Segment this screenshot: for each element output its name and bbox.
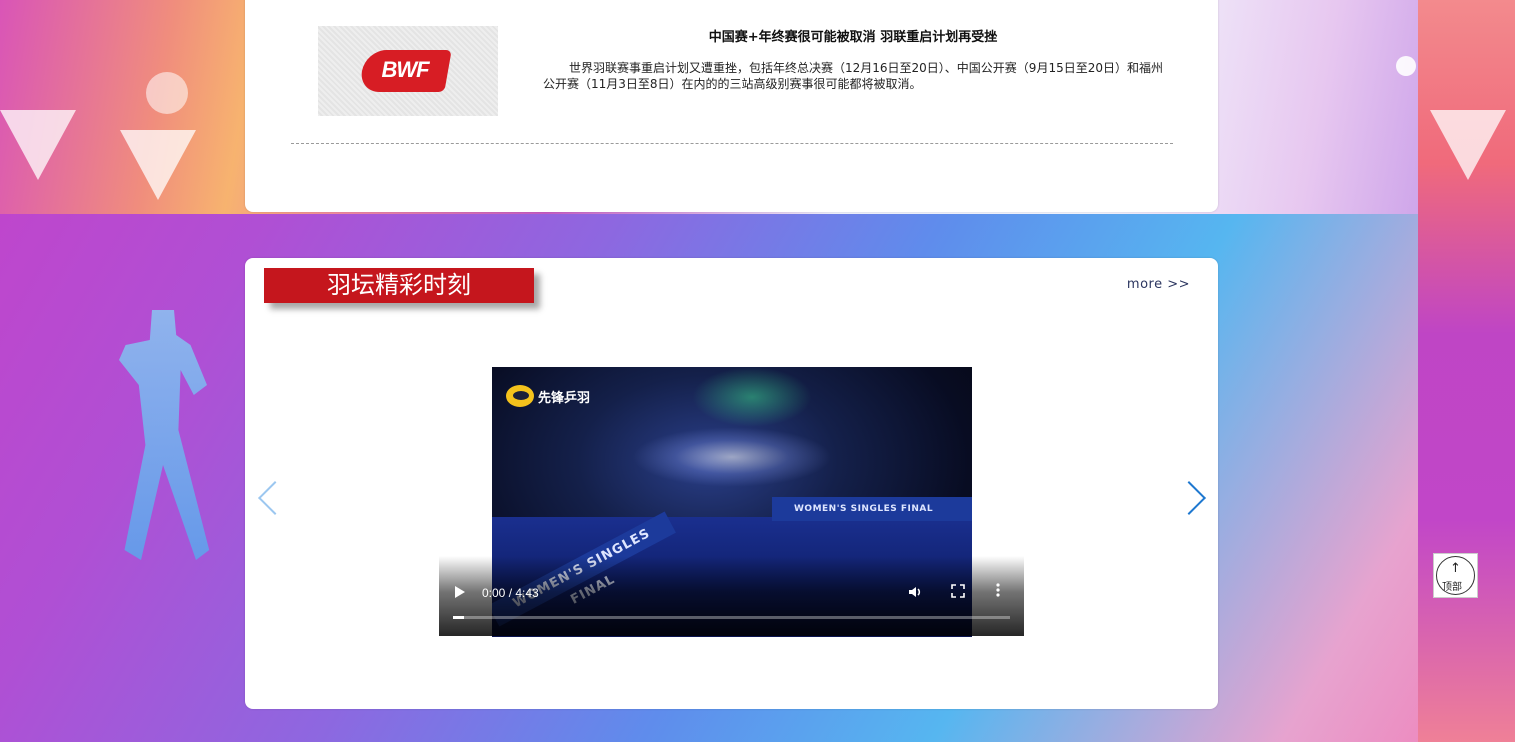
news-panel: BWF 中国赛+年终赛很可能被取消 羽联重启计划再受挫 世界羽联赛事重启计划又遭… <box>245 0 1218 212</box>
volume-icon[interactable] <box>907 584 923 604</box>
section-title: 羽坛精彩时刻 <box>264 268 534 303</box>
stage-lights <box>632 427 832 487</box>
chevron-right-icon[interactable] <box>1172 481 1206 515</box>
back-to-top-label: 顶部 <box>1442 582 1462 593</box>
more-vertical-icon[interactable] <box>995 582 1001 602</box>
news-thumbnail[interactable]: BWF <box>318 26 498 116</box>
shuttlecock-decoration <box>120 130 196 200</box>
arrow-up-icon: ↑ <box>1450 561 1461 576</box>
channel-name: 先锋乒羽 <box>538 390 591 406</box>
shuttlecock-head-decoration <box>146 72 188 114</box>
shuttlecock-decoration <box>1430 110 1506 180</box>
back-to-top-button[interactable]: ↑ 顶部 <box>1433 553 1478 598</box>
play-icon[interactable] <box>455 586 465 598</box>
video-controls: 0:00 / 4:43 <box>439 556 1024 636</box>
shuttlecock-decoration <box>0 110 76 180</box>
highlights-panel: 羽坛精彩时刻 more >> WOMEN'S SINGLES FINAL WOM… <box>245 258 1218 709</box>
chevron-left-icon[interactable] <box>258 481 292 515</box>
bwf-logo: BWF <box>358 42 452 100</box>
bwf-logo-text: BWF <box>381 57 429 82</box>
video-progress-fill <box>453 616 465 619</box>
channel-logo-icon <box>506 385 534 407</box>
news-divider <box>291 143 1173 144</box>
light-dot-decoration <box>1396 56 1416 76</box>
stage-green-glow <box>692 367 812 427</box>
channel-logo: 先锋乒羽 <box>506 385 590 407</box>
fullscreen-icon[interactable] <box>951 584 965 602</box>
video-time: 0:00 / 4:43 <box>482 586 539 600</box>
arena-banner-right: WOMEN'S SINGLES FINAL <box>772 497 972 521</box>
news-title-link[interactable]: 中国赛+年终赛很可能被取消 羽联重启计划再受挫 <box>543 26 1163 45</box>
badminton-player-silhouette <box>119 310 210 560</box>
video-progress-bar[interactable] <box>453 616 1010 619</box>
news-summary: 世界羽联赛事重启计划又遭重挫，包括年终总决赛（12月16日至20日）、中国公开赛… <box>543 61 1163 91</box>
more-link[interactable]: more >> <box>1127 277 1190 292</box>
